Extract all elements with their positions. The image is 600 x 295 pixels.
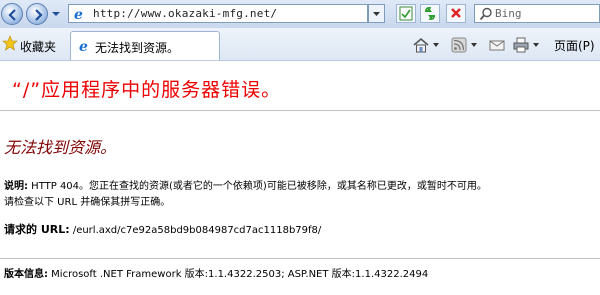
address-url[interactable]: http://www.okazaki-mfg.net/ <box>93 7 277 20</box>
error-heading: “/”应用程序中的服务器错误。 <box>12 79 282 101</box>
page-content: “/”应用程序中的服务器错误。 无法找到资源。 说明: HTTP 404。您正在… <box>0 61 600 295</box>
home-icon <box>413 37 429 53</box>
svg-text:e: e <box>79 39 88 54</box>
page-menu-label: 页面(P) <box>554 39 595 53</box>
refresh-icon <box>425 7 435 20</box>
feeds-dropdown-arrow-icon[interactable] <box>471 43 477 47</box>
stop-icon <box>451 8 461 18</box>
stop-button[interactable] <box>446 4 466 23</box>
compatibility-view-icon <box>399 6 413 21</box>
refresh-button[interactable] <box>420 4 440 23</box>
print-dropdown-arrow-icon[interactable] <box>533 43 539 47</box>
navigation-toolbar: e http://www.okazaki-mfg.net/ Bing <box>0 0 600 29</box>
chevron-down-icon <box>373 12 380 16</box>
tab-active[interactable]: e 无法找到资源。 <box>70 31 220 60</box>
version-label: 版本信息: <box>4 269 48 280</box>
printer-icon <box>513 37 529 53</box>
search-icon <box>479 7 492 21</box>
error-subheading: 无法找到资源。 <box>4 138 117 157</box>
description-line2: 请检查以下 URL 并确保其拼写正确。 <box>4 197 171 208</box>
home-dropdown-arrow-icon[interactable] <box>433 43 439 47</box>
error-description: 说明: HTTP 404。您正在查找的资源(或者它的一个依赖项)可能已被移除，或… <box>4 179 596 211</box>
back-arrow-icon <box>8 9 16 21</box>
page-menu-button[interactable]: 页面(P) <box>552 36 600 54</box>
search-box[interactable]: Bing <box>474 4 600 23</box>
address-bar[interactable]: e http://www.okazaki-mfg.net/ <box>68 4 368 23</box>
compatibility-view-button[interactable] <box>396 4 416 23</box>
svg-text:e: e <box>74 7 83 22</box>
read-mail-button[interactable] <box>488 36 506 54</box>
description-text: HTTP 404。您正在查找的资源(或者它的一个依赖项)可能已被移除，或其名称已… <box>28 181 487 192</box>
feeds-button[interactable] <box>450 36 478 54</box>
search-placeholder[interactable]: Bing <box>495 7 522 20</box>
ie-tab-icon: e <box>79 39 88 54</box>
heading-divider <box>0 110 600 111</box>
home-button[interactable] <box>412 36 440 54</box>
tab-and-command-bar: 收藏夹 e 无法找到资源。 页面(P) <box>0 28 600 61</box>
back-button[interactable] <box>1 3 23 25</box>
requested-url-line: 请求的 URL: /eurl.axd/c7e92a58bd9b084987cd7… <box>4 221 321 237</box>
tab-title: 无法找到资源。 <box>95 41 180 55</box>
description-label: 说明: <box>4 181 28 192</box>
requested-url-label: 请求的 URL: <box>4 223 70 236</box>
version-divider <box>0 258 600 259</box>
ie-page-icon: e <box>74 7 83 22</box>
recent-pages-dropdown-icon[interactable] <box>51 10 61 18</box>
mail-icon <box>489 40 505 51</box>
forward-arrow-icon <box>35 9 43 21</box>
version-text: Microsoft .NET Framework 版本:1.1.4322.250… <box>48 269 429 280</box>
favorites-star-icon <box>2 35 18 51</box>
favorites-button[interactable]: 收藏夹 <box>0 35 56 55</box>
forward-button[interactable] <box>26 3 48 25</box>
print-button[interactable] <box>512 36 540 54</box>
version-info-line: 版本信息: Microsoft .NET Framework 版本:1.1.43… <box>4 265 428 280</box>
rss-feed-icon <box>451 37 467 53</box>
requested-url-value: /eurl.axd/c7e92a58bd9b084987cd7ac1118b79… <box>69 225 322 236</box>
address-dropdown-button[interactable] <box>368 4 385 23</box>
favorites-label: 收藏夹 <box>20 40 57 54</box>
